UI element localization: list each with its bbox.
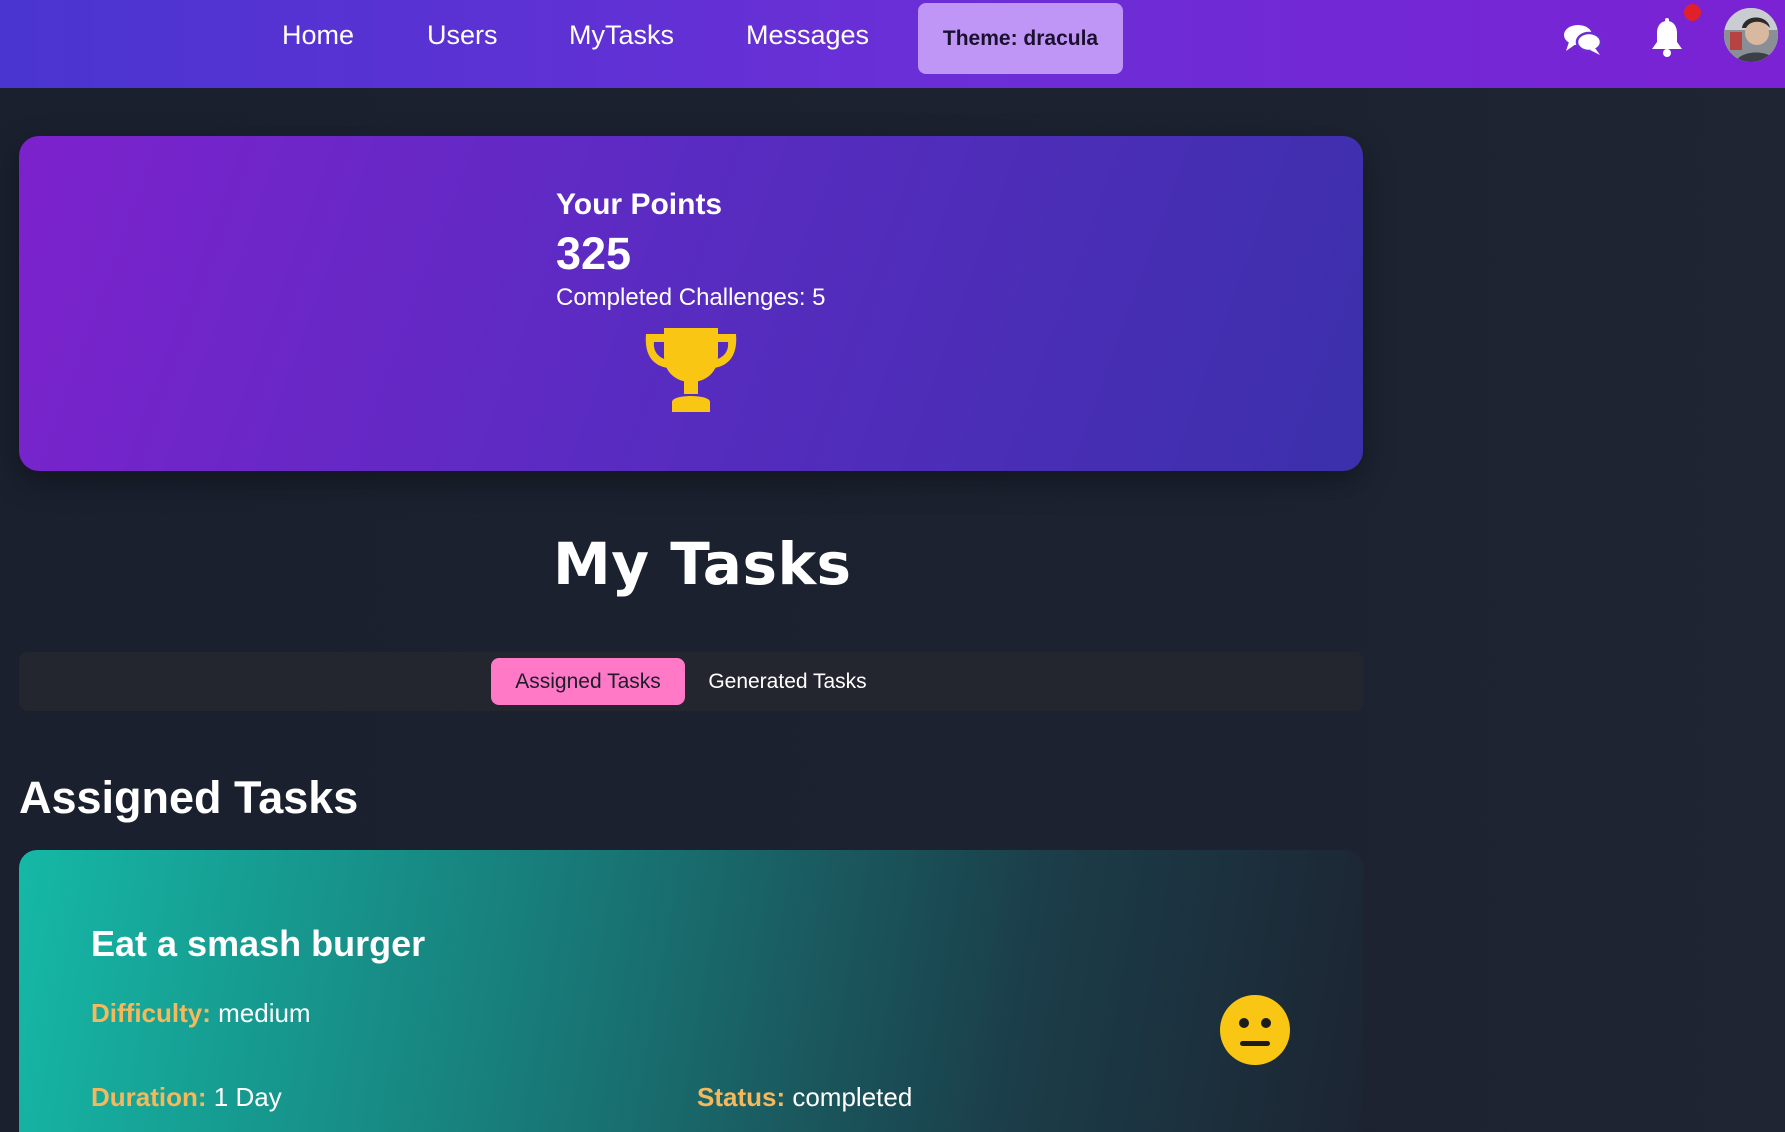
avatar[interactable] xyxy=(1722,6,1780,64)
page-title: My Tasks xyxy=(553,530,852,598)
trophy-icon xyxy=(642,326,740,419)
points-title: Your Points xyxy=(556,188,723,221)
task-difficulty: Difficulty: medium xyxy=(91,998,311,1029)
duration-value: 1 Day xyxy=(206,1082,282,1112)
status-label: Status: xyxy=(697,1082,786,1112)
bell-icon[interactable] xyxy=(1650,18,1684,63)
difficulty-value: medium xyxy=(210,998,311,1028)
chat-icon[interactable] xyxy=(1563,22,1603,61)
top-navbar xyxy=(0,0,1785,88)
difficulty-label: Difficulty: xyxy=(91,998,211,1028)
notification-badge xyxy=(1684,4,1701,21)
section-title: Assigned Tasks xyxy=(19,772,359,823)
points-value: 325 xyxy=(556,228,632,279)
nav-link-users[interactable]: Users xyxy=(427,18,498,52)
theme-toggle-button[interactable]: Theme: dracula xyxy=(918,3,1123,74)
status-value: completed xyxy=(785,1082,913,1112)
task-title: Eat a smash burger xyxy=(91,923,426,964)
completed-challenges: Completed Challenges: 5 xyxy=(556,284,826,311)
tab-assigned-tasks[interactable]: Assigned Tasks xyxy=(491,658,685,705)
nav-link-messages[interactable]: Messages xyxy=(746,18,869,52)
nav-link-home[interactable]: Home xyxy=(282,18,354,52)
nav-link-mytasks[interactable]: MyTasks xyxy=(569,18,674,52)
task-duration: Duration: 1 Day xyxy=(91,1082,282,1113)
neutral-face-icon xyxy=(1219,994,1291,1071)
duration-label: Duration: xyxy=(91,1082,207,1112)
task-status: Status: completed xyxy=(697,1082,912,1113)
tab-generated-tasks[interactable]: Generated Tasks xyxy=(690,658,885,705)
